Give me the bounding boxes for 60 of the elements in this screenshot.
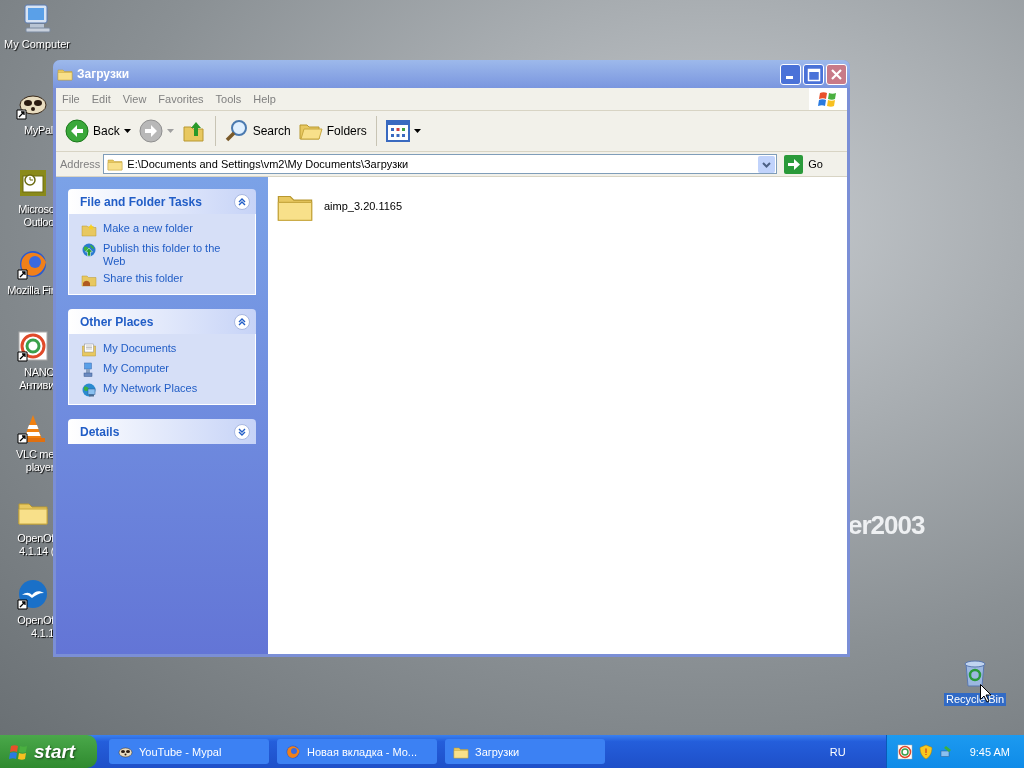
address-field[interactable]: E:\Documents and Settings\vm2\My Documents\Загрузки (103, 154, 778, 174)
views-icon (385, 120, 410, 142)
flag-icon (9, 742, 29, 761)
section-title: File and Folder Tasks (80, 194, 202, 209)
collapse-icon[interactable] (234, 193, 250, 210)
shield-icon[interactable] (917, 743, 934, 760)
menu-item[interactable]: Edit (85, 93, 117, 105)
network-icon (81, 382, 97, 398)
address-label: Address (60, 158, 101, 170)
folders-button[interactable]: Folders (295, 114, 370, 148)
taskbar-button[interactable]: Новая вкладка - Mo... (277, 739, 437, 764)
minimize-icon (785, 76, 793, 79)
task-link[interactable]: My Documents (103, 342, 177, 355)
caret-icon (123, 129, 131, 133)
folder-icon (57, 66, 73, 82)
section-title: Other Places (80, 314, 154, 329)
icon-label[interactable]: My Computer (2, 38, 72, 51)
documents-icon (81, 342, 97, 358)
search-icon (224, 119, 249, 143)
taskbar-button[interactable]: Загрузки (445, 739, 605, 764)
rings-icon[interactable] (896, 743, 913, 760)
globe-icon (81, 242, 97, 258)
wallpaper-text: er2003 (848, 510, 925, 541)
menu-item[interactable]: Favorites (152, 93, 210, 105)
menu-item[interactable]: View (116, 93, 153, 105)
icon-label[interactable]: Mozilla Fir (7, 284, 54, 297)
menu-item[interactable]: Tools (209, 93, 248, 105)
start-button[interactable]: start (0, 735, 97, 768)
flag-icon (818, 90, 838, 108)
icon-label[interactable]: Microsc Outloo (18, 203, 54, 229)
go-button[interactable]: Go (780, 154, 843, 174)
task-link[interactable]: My Computer (103, 362, 170, 375)
folder-icon (107, 156, 124, 172)
dropdown-icon[interactable] (758, 155, 776, 173)
collapse-icon[interactable] (234, 313, 250, 330)
globe-icon (285, 743, 301, 760)
back-button[interactable]: Back (62, 114, 134, 148)
expand-icon[interactable] (234, 423, 250, 440)
language-indicator[interactable]: RU (829, 745, 846, 758)
caret-icon (413, 129, 421, 133)
caret-icon (166, 129, 174, 133)
section-title: Details (80, 424, 120, 439)
maximize-button[interactable] (803, 63, 824, 85)
task-link[interactable]: Publish this folder to the Web (103, 242, 245, 268)
clock: 9:45 AM (969, 745, 1010, 758)
menu-item[interactable]: Help (247, 93, 282, 105)
task-link[interactable]: My Network Places (103, 382, 198, 395)
file-name[interactable]: aimp_3.20.1165 (324, 200, 403, 212)
shared-folder-icon (81, 272, 97, 288)
new-folder-icon (81, 222, 97, 238)
menu-item[interactable]: File (56, 93, 86, 105)
icon-label[interactable]: OpenOf 4.1.1 (17, 614, 54, 640)
task-link[interactable]: Make a new folder (103, 222, 193, 235)
icon-label[interactable]: MyPal (23, 124, 53, 137)
window-title: Загрузки (77, 67, 131, 81)
close-button[interactable] (826, 63, 847, 85)
taskbar-button[interactable]: YouTube - Mypal (109, 739, 269, 764)
task-link[interactable]: Share this folder (103, 272, 184, 285)
search-button[interactable]: Search (221, 114, 294, 148)
minimize-button[interactable] (780, 63, 801, 85)
